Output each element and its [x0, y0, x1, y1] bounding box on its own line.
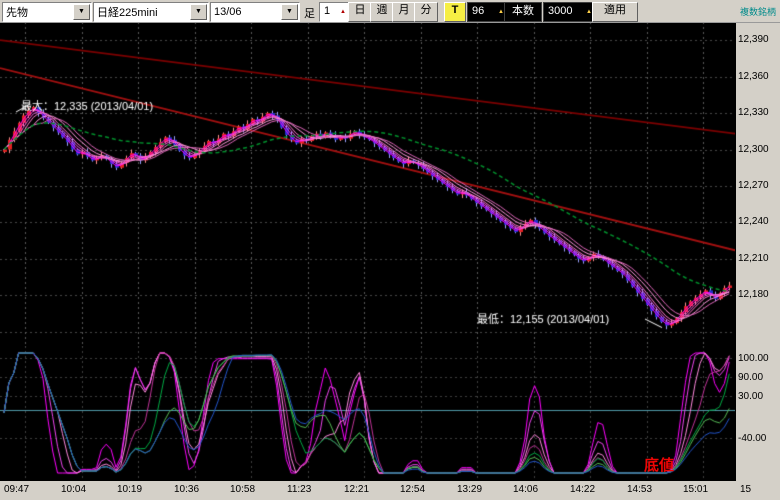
right-axis-strip: 12,390 12,360 12,330 12,300 12,270 12,240 12,2…: [736, 22, 780, 481]
chart-application: 先物 ▼ 日経225mini ▼ 13/06 ▼ 足 1 ▲ 日 週 月 分 T…: [0, 0, 780, 500]
chevron-down-icon[interactable]: ▼: [281, 4, 298, 20]
time-axis-label: 09:47: [4, 484, 29, 495]
instrument-select[interactable]: 日経225mini ▼: [93, 2, 209, 22]
time-axis-label: 10:19: [117, 484, 142, 495]
time-axis-label: 13:29: [457, 484, 482, 495]
tick-mode-button[interactable]: T: [444, 2, 466, 22]
bar-type-label: 足: [304, 5, 315, 21]
chevron-down-icon[interactable]: ▼: [73, 4, 90, 20]
timeframe-day-button[interactable]: 日: [348, 2, 372, 22]
price-axis-label: 12,300: [738, 144, 769, 155]
time-axis-label: 12:21: [344, 484, 369, 495]
time-axis-label: 10:36: [174, 484, 199, 495]
instrument-type-value: 先物: [3, 4, 72, 20]
bar-count-value: 3000: [548, 5, 572, 17]
main-chart-panel: [0, 22, 737, 347]
contract-month-select[interactable]: 13/06 ▼: [210, 2, 300, 22]
oscillator-axis-label: 100.00: [738, 353, 769, 364]
time-axis-label: 12:54: [400, 484, 425, 495]
bottom-price-label: 底値: [644, 454, 674, 475]
period-value: 1: [324, 5, 330, 17]
contract-month-value: 13/06: [211, 6, 280, 18]
price-axis-label: 12,240: [738, 216, 769, 227]
time-axis: 09:47 10:04 10:19 10:36 10:58 11:23 12:21 12:54…: [0, 481, 780, 500]
time-axis-label: 10:04: [61, 484, 86, 495]
timeframe-month-button[interactable]: 月: [392, 2, 416, 22]
period-field[interactable]: 1 ▲: [319, 2, 349, 22]
instrument-type-select[interactable]: 先物 ▼: [2, 2, 92, 22]
oscillator-panel: 底値: [0, 346, 737, 482]
price-axis-label: 12,270: [738, 180, 769, 191]
tick-count-field[interactable]: 96 ▲: [467, 2, 507, 22]
chevron-down-icon[interactable]: ▼: [190, 4, 207, 20]
time-axis-label: 14:53: [627, 484, 652, 495]
price-axis-label: 12,390: [738, 34, 769, 45]
price-axis-label: 12,180: [738, 289, 769, 300]
oscillator-chart[interactable]: [0, 346, 735, 480]
time-axis-label: 11:23: [287, 484, 311, 495]
apply-button[interactable]: 適用: [592, 2, 638, 22]
time-axis-label: 10:58: [230, 484, 255, 495]
candlestick-chart[interactable]: [0, 22, 735, 345]
bar-count-label: 本数: [504, 2, 542, 22]
bar-count-field[interactable]: 3000 ▲: [543, 2, 595, 22]
spinner-up-icon[interactable]: ▲: [340, 9, 346, 15]
timeframe-week-button[interactable]: 週: [370, 2, 394, 22]
time-axis-label: 15:01: [683, 484, 708, 495]
timeframe-minute-button[interactable]: 分: [414, 2, 438, 22]
tick-count-value: 96: [472, 5, 484, 17]
toolbar: 先物 ▼ 日経225mini ▼ 13/06 ▼ 足 1 ▲ 日 週 月 分 T…: [0, 0, 780, 23]
oscillator-axis-label: -40.00: [738, 433, 766, 444]
price-axis-label: 12,360: [738, 71, 769, 82]
multi-symbol-link[interactable]: 複数銘柄: [740, 5, 776, 18]
instrument-value: 日経225mini: [94, 4, 189, 20]
oscillator-axis-label: 90.00: [738, 372, 763, 383]
price-axis-label: 12,210: [738, 253, 769, 264]
time-axis-label: 14:06: [513, 484, 538, 495]
time-axis-label: 15: [740, 484, 751, 495]
oscillator-axis-label: 30.00: [738, 391, 763, 402]
time-axis-label: 14:22: [570, 484, 595, 495]
price-axis-label: 12,330: [738, 107, 769, 118]
